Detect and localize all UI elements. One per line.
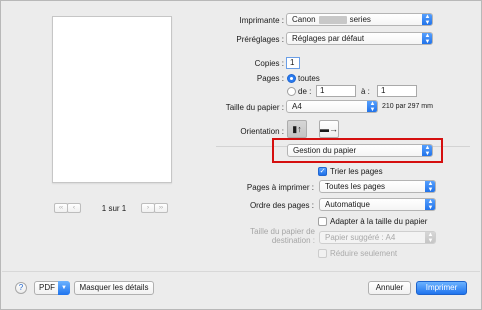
- portrait-button[interactable]: ▮↑: [287, 120, 307, 138]
- scale-to-fit-label: Adapter à la taille du papier: [330, 217, 428, 226]
- first-page-button[interactable]: ‹‹: [54, 203, 68, 213]
- paper-size-value: A4: [292, 102, 302, 111]
- updown-arrows-icon: ▲ ▼: [425, 232, 435, 243]
- landscape-button[interactable]: ▬→: [319, 120, 339, 138]
- paper-size-label: Taille du papier :: [225, 103, 284, 112]
- destination-size-value: Papier suggéré : A4: [325, 233, 396, 242]
- copies-label: Copies :: [254, 59, 284, 68]
- print-button[interactable]: Imprimer: [416, 281, 467, 295]
- pages-to-print-label: Pages à imprimer :: [246, 183, 314, 192]
- pages-label: Pages :: [256, 74, 284, 83]
- scale-down-only-checkbox[interactable]: [318, 249, 327, 258]
- page-order-value: Automatique: [325, 200, 370, 209]
- updown-arrows-icon: ▲ ▼: [425, 199, 435, 210]
- presets-value: Réglages par défaut: [292, 34, 365, 43]
- page-counter: 1 sur 1: [101, 204, 127, 213]
- print-dialog: ‹‹ ‹ 1 sur 1 › ›› Imprimante : Canon seri…: [0, 0, 482, 310]
- pages-all-radio[interactable]: [287, 74, 296, 83]
- hide-details-button[interactable]: Masquer les détails: [74, 281, 154, 295]
- pages-to-print-select[interactable]: Toutes les pages ▲ ▼: [319, 180, 436, 193]
- next-page-button[interactable]: ›: [141, 203, 155, 213]
- paper-dimensions: 210 par 297 mm: [382, 103, 433, 110]
- pages-to-field[interactable]: 1: [377, 85, 417, 97]
- presets-label: Préréglages :: [236, 35, 284, 44]
- orientation-label: Orientation :: [240, 127, 284, 136]
- collate-checkbox[interactable]: ✓: [318, 167, 327, 176]
- scale-down-only-label: Réduire seulement: [330, 249, 398, 258]
- updown-arrows-icon: ▲ ▼: [422, 33, 432, 44]
- pdf-menu-button[interactable]: PDF ▼: [34, 281, 70, 295]
- printer-label: Imprimante :: [239, 16, 284, 25]
- highlight-box: [272, 138, 443, 163]
- printer-name-suffix: series: [349, 15, 371, 24]
- page-order-select[interactable]: Automatique ▲ ▼: [319, 198, 436, 211]
- updown-arrows-icon: ▲ ▼: [367, 101, 377, 112]
- updown-arrows-icon: ▲ ▼: [425, 181, 435, 192]
- last-page-button[interactable]: ››: [154, 203, 168, 213]
- footer-divider: [2, 271, 480, 272]
- pages-from-field[interactable]: 1: [316, 85, 356, 97]
- destination-size-select[interactable]: Papier suggéré : A4 ▲ ▼: [319, 231, 436, 244]
- pages-all-label: toutes: [298, 74, 320, 83]
- pages-to-print-value: Toutes les pages: [325, 182, 386, 191]
- page-order-label: Ordre des pages :: [249, 201, 314, 210]
- pages-to-label: à :: [361, 87, 370, 96]
- landscape-icon: ▬→: [320, 124, 338, 134]
- previous-page-button[interactable]: ‹: [67, 203, 81, 213]
- presets-select[interactable]: Réglages par défaut ▲ ▼: [286, 32, 433, 45]
- pdf-label: PDF: [39, 283, 55, 292]
- destination-size-label: Taille du papier de destination :: [250, 227, 315, 245]
- page-preview: [52, 16, 172, 183]
- scale-to-fit-checkbox[interactable]: [318, 217, 327, 226]
- cancel-button[interactable]: Annuler: [368, 281, 411, 295]
- paper-size-select[interactable]: A4 ▲ ▼: [286, 100, 378, 113]
- help-icon[interactable]: ?: [15, 282, 27, 294]
- printer-name-prefix: Canon: [292, 15, 316, 24]
- pages-range-radio[interactable]: [287, 87, 296, 96]
- copies-field[interactable]: 1: [286, 57, 300, 69]
- collate-label: Trier les pages: [330, 167, 383, 176]
- redacted-model-mark: [318, 15, 347, 24]
- chevron-down-icon: ▼: [58, 281, 70, 295]
- pages-from-label: de :: [298, 87, 312, 96]
- updown-arrows-icon: ▲ ▼: [422, 14, 432, 25]
- portrait-icon: ▮↑: [292, 124, 302, 134]
- printer-select[interactable]: Canon series ▲ ▼: [286, 13, 433, 26]
